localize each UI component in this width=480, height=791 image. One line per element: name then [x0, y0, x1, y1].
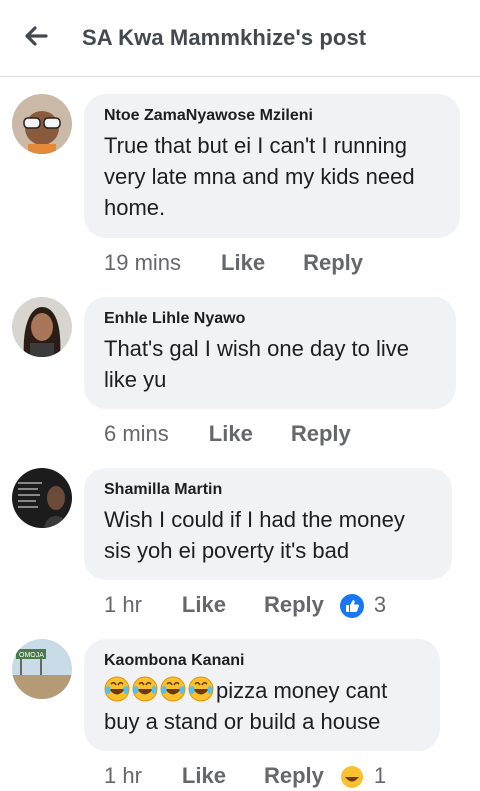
comment-actions: 19 mins Like Reply: [104, 248, 401, 278]
reaction-count[interactable]: 3: [374, 590, 386, 620]
comment-time[interactable]: 1 hr: [104, 590, 142, 620]
comment-bubble[interactable]: Shamilla Martin Wish I could if I had th…: [84, 468, 452, 580]
svg-text:OMOJA: OMOJA: [19, 652, 44, 659]
back-arrow-icon[interactable]: [22, 22, 50, 50]
avatar[interactable]: OMOJA: [12, 639, 72, 699]
avatar[interactable]: [12, 94, 72, 154]
comment-author[interactable]: Ntoe ZamaNyawose Mzileni: [104, 106, 442, 126]
comment-bubble[interactable]: Kaombona Kanani pizza money cant buy a s…: [84, 639, 440, 751]
post-header: SA Kwa Mammkhize's post: [0, 0, 480, 77]
reply-button[interactable]: Reply: [264, 590, 324, 620]
comment-text-block: pizza money cant buy a stand or build a …: [104, 675, 422, 737]
laughing-tears-emoji: [188, 676, 214, 702]
laughing-tears-emoji: [132, 676, 158, 702]
comment-author[interactable]: Kaombona Kanani: [104, 651, 422, 671]
comment-author[interactable]: Shamilla Martin: [104, 480, 434, 500]
reply-button[interactable]: Reply: [303, 248, 363, 278]
comment-time[interactable]: 19 mins: [104, 248, 181, 278]
like-reaction-icon[interactable]: [339, 594, 364, 619]
reaction-count[interactable]: 1: [374, 761, 386, 791]
comment-author[interactable]: Enhle Lihle Nyawo: [104, 309, 438, 329]
like-button[interactable]: Like: [182, 761, 226, 791]
comment-text: That's gal I wish one day to live like y…: [104, 336, 410, 392]
laughing-tears-emoji: [104, 676, 130, 702]
comment-time[interactable]: 1 hr: [104, 761, 142, 791]
reply-button[interactable]: Reply: [291, 419, 351, 449]
laughing-tears-emoji: [160, 676, 186, 702]
comment-time[interactable]: 6 mins: [104, 419, 169, 449]
avatar[interactable]: [12, 297, 72, 357]
comment-actions: 6 mins Like Reply: [104, 419, 389, 449]
comment-bubble[interactable]: Enhle Lihle Nyawo That's gal I wish one …: [84, 297, 456, 409]
comment-text: True that but ei I can't I running very …: [104, 133, 415, 220]
reply-button[interactable]: Reply: [264, 761, 324, 791]
like-button[interactable]: Like: [221, 248, 265, 278]
comment-actions: 1 hr Like Reply 3: [104, 590, 386, 620]
like-button[interactable]: Like: [182, 590, 226, 620]
page-title: SA Kwa Mammkhize's post: [82, 25, 367, 50]
comment-bubble[interactable]: Ntoe ZamaNyawose Mzileni True that but e…: [84, 94, 460, 238]
haha-reaction-icon[interactable]: [340, 765, 364, 789]
like-button[interactable]: Like: [209, 419, 253, 449]
comment-actions: 1 hr Like Reply 1: [104, 761, 386, 791]
avatar[interactable]: [12, 468, 72, 528]
comment-text: Wish I could if I had the money sis yoh …: [104, 507, 405, 563]
